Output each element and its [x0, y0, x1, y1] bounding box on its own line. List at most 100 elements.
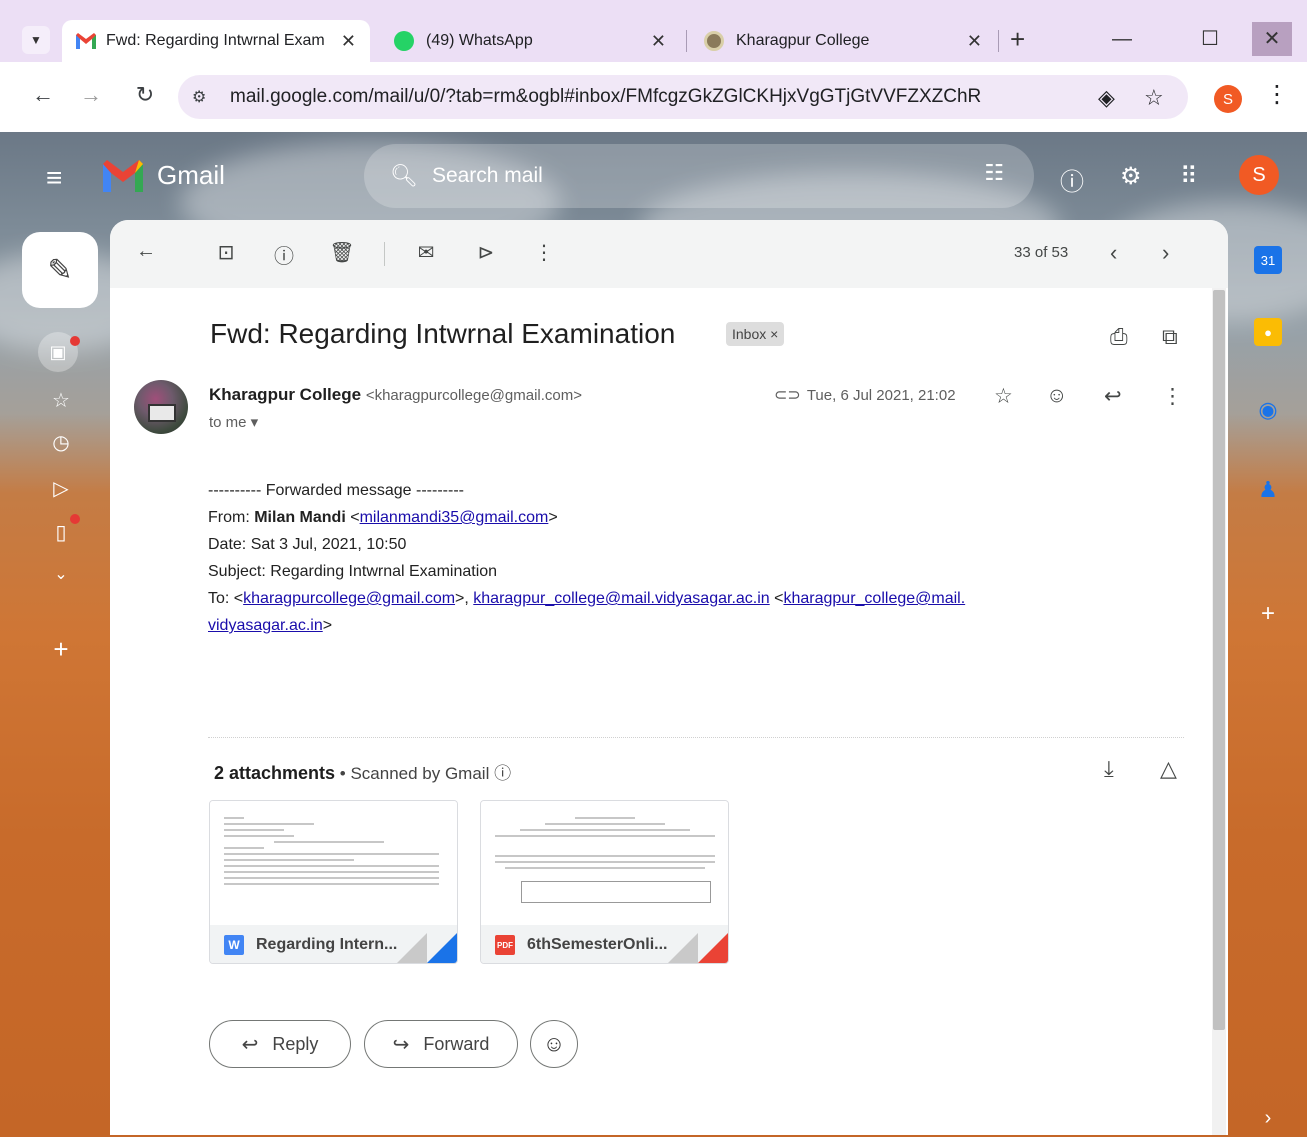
- nav-snoozed-clock-icon[interactable]: ◷: [44, 430, 78, 455]
- site-settings-icon[interactable]: ⚙: [192, 87, 220, 107]
- new-tab-button[interactable]: +: [1010, 24, 1025, 54]
- print-icon[interactable]: ⎙: [1110, 324, 1128, 350]
- url-text: mail.google.com/mail/u/0/?tab=rm&ogbl#in…: [230, 86, 982, 107]
- forward-label: Forward: [423, 1033, 490, 1054]
- emoji-reaction-button[interactable]: ☺: [530, 1020, 578, 1068]
- subject-line: Subject: Regarding Intwrnal Examination: [208, 563, 498, 580]
- settings-gear-icon[interactable]: ⚙: [1120, 162, 1142, 191]
- close-tab-icon[interactable]: ✕: [651, 31, 666, 52]
- google-account-avatar[interactable]: S: [1239, 155, 1279, 195]
- more-options-icon[interactable]: ⋮: [530, 240, 558, 265]
- minimize-window-icon[interactable]: —: [1102, 22, 1142, 56]
- mark-unread-icon[interactable]: ✉: [412, 240, 440, 265]
- open-new-window-icon[interactable]: ⧉: [1162, 324, 1178, 350]
- add-to-drive-icon[interactable]: △: [1160, 756, 1177, 782]
- main-menu-icon[interactable]: ≡: [46, 162, 62, 194]
- from-email-link[interactable]: milanmandi35@gmail.com: [360, 509, 549, 526]
- tab-separator: [998, 30, 999, 52]
- reply-arrow-icon[interactable]: ↩: [1104, 384, 1122, 409]
- calendar-icon[interactable]: 31: [1254, 246, 1282, 274]
- compose-button[interactable]: ✎: [22, 232, 98, 308]
- attachments-count: 2 attachments: [214, 763, 336, 783]
- bookmark-star-icon[interactable]: ☆: [1144, 85, 1164, 111]
- attachment-paperclip-icon: ⊂⊃: [774, 387, 801, 404]
- pdf-icon: PDF: [495, 935, 515, 955]
- attachment-card[interactable]: W Regarding Intern...: [209, 800, 458, 964]
- reply-button[interactable]: ↩ Reply: [209, 1020, 351, 1068]
- chrome-profile-avatar[interactable]: S: [1214, 85, 1242, 113]
- to-email-link[interactable]: kharagpur_college@mail.vidyasagar.ac.in: [473, 590, 769, 607]
- toolbar-separator: [384, 242, 385, 266]
- corner-fold: [397, 933, 427, 963]
- sender-avatar: [134, 380, 188, 434]
- get-addons-plus-icon[interactable]: +: [1254, 600, 1282, 628]
- tab-search-dropdown[interactable]: ▼: [22, 26, 50, 54]
- star-icon[interactable]: ☆: [994, 384, 1013, 409]
- show-side-panel-chevron-icon[interactable]: ›: [1254, 1104, 1282, 1132]
- date-text: Tue, 6 Jul 2021, 21:02: [806, 387, 956, 404]
- sender-name[interactable]: Kharagpur College: [209, 385, 361, 404]
- tab-title: Fwd: Regarding Intwrnal Exam: [106, 32, 325, 49]
- forward-button[interactable]: ↪ Forward: [364, 1020, 518, 1068]
- forward-icon[interactable]: →: [76, 82, 106, 108]
- pencil-icon: ✎: [47, 253, 73, 287]
- delete-trash-icon[interactable]: 🗑︎: [328, 240, 356, 265]
- attachment-filename: Regarding Intern...: [256, 936, 398, 953]
- newer-chevron-icon[interactable]: ‹: [1110, 240, 1117, 266]
- close-tab-icon[interactable]: ✕: [967, 31, 982, 52]
- report-spam-icon[interactable]: ⓘ: [270, 240, 298, 269]
- back-icon[interactable]: ←: [28, 82, 58, 108]
- browser-toolbar: ← → ↻ ⚙ mail.google.com/mail/u/0/?tab=rm…: [0, 62, 1307, 132]
- nav-more-chevron-icon[interactable]: ⌄: [44, 564, 78, 584]
- tab-gmail[interactable]: Fwd: Regarding Intwrnal Exam ✕: [62, 20, 370, 62]
- from-line: From: Milan Mandi <milanmandi35@gmail.co…: [208, 509, 558, 526]
- attachment-card[interactable]: PDF 6thSemesterOnli...: [480, 800, 729, 964]
- chevron-down-icon: ▼: [30, 33, 42, 47]
- scrollbar-thumb[interactable]: [1213, 290, 1225, 1030]
- attachment-preview: [210, 801, 457, 925]
- scanned-by-gmail: • Scanned by Gmail ⓘ: [335, 764, 512, 783]
- to-email-link[interactable]: vidyasagar.ac.in: [208, 617, 323, 634]
- archive-icon[interactable]: ⊡: [212, 240, 240, 265]
- recipient-details-toggle[interactable]: to me ▾: [209, 413, 258, 431]
- create-label-plus-icon[interactable]: +: [44, 634, 78, 665]
- reply-arrow-icon: ↩: [241, 1033, 259, 1056]
- add-reaction-emoji-icon[interactable]: ☺: [1046, 384, 1067, 408]
- tab-whatsapp[interactable]: (49) WhatsApp ✕: [380, 20, 680, 62]
- search-mail-box[interactable]: 🔍︎ Search mail ☷: [364, 144, 1034, 208]
- maximize-window-icon[interactable]: ☐: [1190, 22, 1230, 56]
- nav-starred-star-icon[interactable]: ☆: [44, 388, 78, 413]
- sender-line: Kharagpur College <kharagpurcollege@gmai…: [209, 385, 582, 405]
- search-icon[interactable]: 🔍︎: [390, 163, 418, 189]
- whatsapp-favicon-icon: [394, 31, 414, 51]
- search-input[interactable]: Search mail: [432, 164, 543, 188]
- gmail-wordmark: Gmail: [157, 160, 225, 190]
- support-icon[interactable]: ⓘ: [1060, 162, 1084, 197]
- lens-icon[interactable]: ◈: [1098, 85, 1115, 111]
- email-subject: Fwd: Regarding Intwrnal Examination: [210, 318, 676, 349]
- address-bar[interactable]: ⚙ mail.google.com/mail/u/0/?tab=rm&ogbl#…: [178, 75, 1188, 119]
- older-chevron-icon[interactable]: ›: [1162, 240, 1169, 266]
- tab-title: Kharagpur College: [736, 32, 870, 49]
- close-window-icon[interactable]: ✕: [1252, 22, 1292, 56]
- chrome-menu-icon[interactable]: ⋮: [1265, 80, 1289, 109]
- back-to-inbox-arrow-icon[interactable]: ←: [132, 240, 160, 263]
- search-options-icon[interactable]: ☷: [984, 160, 1004, 186]
- message-more-icon[interactable]: ⋮: [1162, 384, 1183, 409]
- reload-icon[interactable]: ↻: [130, 82, 160, 108]
- move-to-icon[interactable]: ⊳: [472, 240, 500, 265]
- corner-fold: [427, 933, 457, 963]
- inbox-label-chip[interactable]: Inbox ×: [726, 322, 785, 346]
- to-email-link[interactable]: kharagpur_college@mail.: [783, 590, 965, 607]
- close-tab-icon[interactable]: ✕: [341, 31, 356, 52]
- tab-separator: [686, 30, 687, 52]
- google-apps-icon[interactable]: ⠿: [1180, 162, 1198, 191]
- email-body: ---------- Forwarded message --------- F…: [208, 477, 965, 639]
- tasks-icon[interactable]: ◉: [1254, 396, 1282, 424]
- download-all-icon[interactable]: ⤓: [1104, 756, 1114, 782]
- contacts-icon[interactable]: ♟: [1254, 476, 1282, 504]
- to-email-link[interactable]: kharagpurcollege@gmail.com: [243, 590, 455, 607]
- nav-sent-icon[interactable]: ▷: [44, 476, 78, 501]
- keep-icon[interactable]: ●: [1254, 318, 1282, 346]
- tab-kharagpur-college[interactable]: Kharagpur College ✕: [690, 20, 996, 62]
